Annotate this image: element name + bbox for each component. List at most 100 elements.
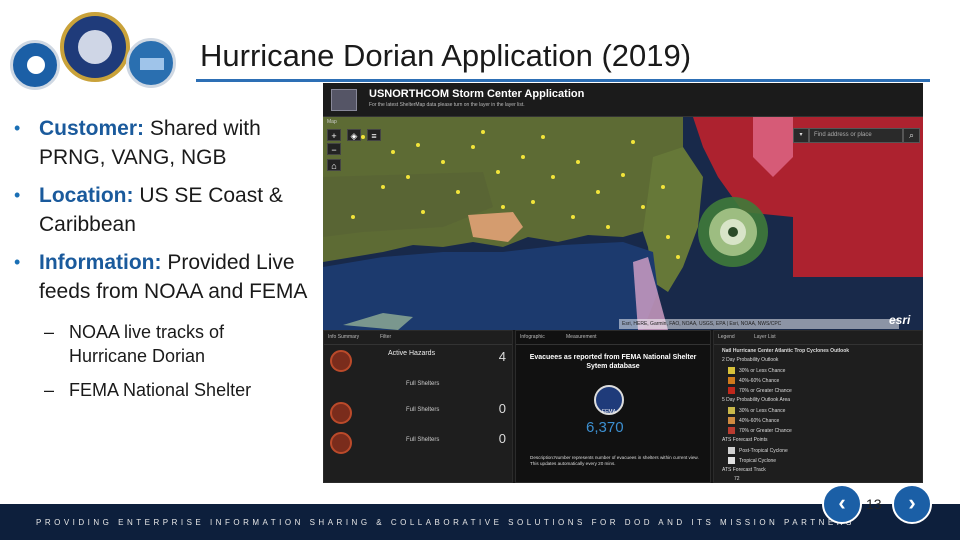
- bullet-information: • Information: Provided Live feeds from …: [14, 248, 322, 306]
- legend-item: 30% or Less Chance: [728, 407, 785, 414]
- page-title: Hurricane Dorian Application (2019): [200, 38, 692, 73]
- esri-logo: esri: [889, 313, 911, 327]
- dash-icon: –: [44, 322, 55, 342]
- tab-measurement[interactable]: Measurement: [566, 334, 597, 340]
- legend-item-label: Post-Tropical Cyclone: [739, 447, 788, 454]
- search-icon[interactable]: ⌕: [903, 128, 920, 143]
- app-title: USNORTHCOM Storm Center Application: [369, 88, 585, 100]
- hazard-icon: [330, 402, 352, 424]
- legend-swatch-icon: [728, 457, 735, 464]
- legend-last-value: 72: [734, 476, 740, 482]
- hazard-icon: [330, 432, 352, 454]
- fema-description: Description:Number represents number of …: [530, 455, 699, 466]
- legend-item-label: 30% or Less Chance: [739, 367, 786, 374]
- hazard-row[interactable]: Full Shelters 0: [328, 429, 510, 457]
- legend-item-label: 70% or Greater Chance: [739, 427, 792, 434]
- bullet-customer: • Customer: Shared with PRNG, VANG, NGB: [14, 114, 322, 172]
- legend-item-label: 40%-60% Chance: [739, 417, 780, 424]
- footer-bar: PROVIDING ENTERPRISE INFORMATION SHARING…: [0, 504, 960, 540]
- hazard-icon: [330, 350, 352, 372]
- zoom-in-button[interactable]: +: [327, 129, 341, 141]
- hazard-label: Active Hazards: [388, 350, 436, 357]
- legend-item-label: 5 Day Probability Outlook Area: [722, 397, 791, 403]
- tab-infographic[interactable]: Infographic: [520, 334, 545, 340]
- legend-heading: Natl Hurricane Center Atlantic Trop Cycl…: [722, 348, 850, 354]
- subbullet-text: FEMA National Shelter: [69, 380, 252, 400]
- legend-swatch-icon: [728, 377, 735, 384]
- bullet-dot-icon: •: [14, 252, 21, 272]
- legend-item: Tropical Cyclone: [728, 457, 776, 464]
- subbullet-text: NOAA live tracks of Hurricane Dorian: [69, 322, 225, 366]
- legend-item: Post-Tropical Cyclone: [728, 447, 788, 454]
- hazard-sub: Full Shelters: [406, 407, 440, 413]
- header-logos: [8, 8, 188, 90]
- tab-layer-list[interactable]: Layer List: [754, 334, 776, 340]
- map-label: Map: [327, 119, 337, 125]
- subbullet-noaa: – NOAA live tracks of Hurricane Dorian: [14, 320, 254, 368]
- bullet-dot-icon: •: [14, 118, 21, 138]
- legend-panel-tabs: Legend Layer List: [714, 331, 922, 345]
- legend-item: ATS Forecast Track: [722, 467, 766, 473]
- legend-panel: Legend Layer List Natl Hurricane Center …: [713, 330, 923, 483]
- legend-item: ATS Forecast Points: [722, 437, 767, 443]
- legend-swatch-icon: [728, 417, 735, 424]
- app-subtitle: For the latest ShelterMap data please tu…: [369, 102, 525, 108]
- bullet-label: Location:: [39, 184, 134, 207]
- bullet-label: Information:: [39, 251, 162, 274]
- storm-center-app: USNORTHCOM Storm Center Application For …: [323, 83, 923, 483]
- pwc-seal-logo: [126, 38, 176, 88]
- map-attribution: Esri, HERE, Garmin, FAO, NOAA, USGS, EPA…: [619, 319, 899, 329]
- chevron-left-icon: ‹: [838, 490, 846, 515]
- legend-item: 5 Day Probability Outlook Area: [722, 397, 790, 403]
- title-divider: [196, 79, 930, 82]
- bullet-label: Customer:: [39, 117, 145, 140]
- tab-filter[interactable]: Filter: [380, 334, 391, 340]
- hazard-row[interactable]: Active Hazards Full Shelters 4: [328, 347, 510, 387]
- legend-item: 70% or Greater Chance: [728, 427, 792, 434]
- hazard-sub: Full Shelters: [406, 381, 440, 387]
- hazard-sub: Full Shelters: [406, 437, 440, 443]
- legend-swatch-icon: [728, 407, 735, 414]
- legend-item: 30% or Less Chance: [728, 367, 785, 374]
- hazard-count: 0: [498, 431, 506, 446]
- tab-legend[interactable]: Legend: [718, 334, 735, 340]
- map-view[interactable]: Map + − ⌂ ◈ ≡ ▾ Find address or place ⌕ …: [323, 117, 923, 330]
- next-slide-button[interactable]: ›: [892, 484, 932, 524]
- legend-swatch-icon: [728, 387, 735, 394]
- bullet-list: • Customer: Shared with PRNG, VANG, NGB …: [14, 114, 322, 412]
- home-icon[interactable]: ⌂: [327, 159, 341, 171]
- hazard-row[interactable]: Full Shelters 0: [328, 399, 510, 427]
- hazard-panel: Info Summary Filter Active Hazards Full …: [323, 330, 513, 483]
- search-input[interactable]: Find address or place: [809, 128, 903, 143]
- shelter-points-layer: [351, 130, 680, 259]
- footer-tagline: PROVIDING ENTERPRISE INFORMATION SHARING…: [36, 518, 855, 527]
- legend-item-label: 30% or Less Chance: [739, 407, 786, 414]
- search-source-dropdown[interactable]: ▾: [793, 128, 809, 143]
- hazard-count: 4: [498, 349, 506, 364]
- app-header: USNORTHCOM Storm Center Application For …: [323, 83, 923, 117]
- bullet-dot-icon: •: [14, 185, 21, 205]
- layers-icon[interactable]: ≡: [367, 129, 381, 141]
- fema-panel: Infographic Measurement Evacuees as repo…: [515, 330, 711, 483]
- hazard-panel-tabs: Info Summary Filter: [324, 331, 512, 345]
- legend-item: 70% or Greater Chance: [728, 387, 792, 394]
- evacuee-count: 6,370: [586, 419, 624, 436]
- accelerator-seal-logo: [10, 40, 60, 90]
- hazard-count: 0: [498, 401, 506, 416]
- bottom-panels: Info Summary Filter Active Hazards Full …: [323, 330, 923, 483]
- fema-panel-tabs: Infographic Measurement: [516, 331, 710, 345]
- subbullet-fema: – FEMA National Shelter: [14, 378, 322, 402]
- zoom-out-button[interactable]: −: [327, 143, 341, 155]
- prev-slide-button[interactable]: ‹: [822, 484, 862, 524]
- legend-swatch-icon: [728, 427, 735, 434]
- legend-item-label: 2 Day Probability Outlook: [722, 357, 779, 363]
- basemap-icon[interactable]: ◈: [347, 129, 361, 141]
- legend-swatch-icon: [728, 447, 735, 454]
- legend-item: 40%-60% Chance: [728, 417, 779, 424]
- dash-icon: –: [44, 380, 55, 400]
- bullet-location: • Location: US SE Coast & Caribbean: [14, 181, 322, 239]
- legend-swatch-icon: [728, 367, 735, 374]
- tab-info-summary[interactable]: Info Summary: [328, 334, 359, 340]
- air-force-seal-logo: [60, 12, 130, 82]
- chevron-right-icon: ›: [908, 490, 916, 515]
